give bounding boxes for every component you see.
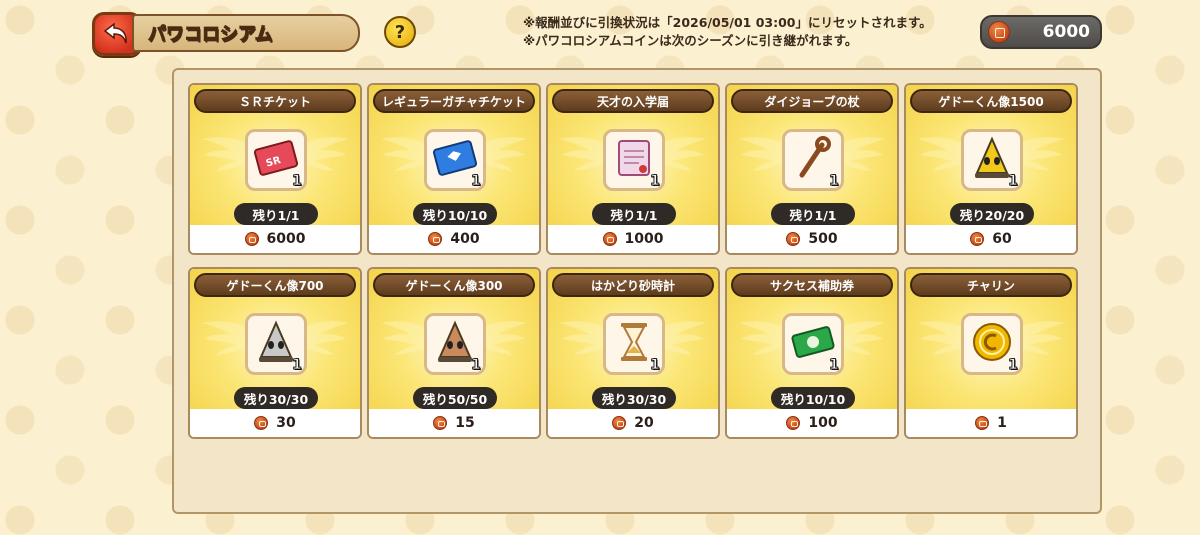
shop-item-card[interactable]: ＳＲチケット SR 1 残り1/1 6000: [188, 83, 362, 255]
page-title-banner: パワコロシアム: [132, 14, 360, 52]
colosseum-coin-icon: [988, 21, 1010, 43]
shop-item-card[interactable]: 天才の入学届 1 残り1/1 1000: [546, 83, 720, 255]
item-price-value: 60: [992, 231, 1012, 247]
item-name-plate: ゲドーくん像300: [373, 273, 535, 297]
shop-item-card[interactable]: チャリン 1 1: [904, 267, 1078, 439]
item-quantity: 1: [829, 357, 840, 374]
item-price-value: 100: [808, 415, 838, 431]
item-name-plate: ゲドーくん像700: [194, 273, 356, 297]
back-arrow-icon: [103, 22, 127, 44]
item-price: 6000: [190, 225, 360, 253]
remaining-stock-badge: 残り30/30: [234, 387, 318, 409]
reset-notice: ※報酬並びに引換状況は「2026/05/01 03:00」にリセットされます。 …: [523, 14, 973, 50]
item-name-plate: ゲドーくん像1500: [910, 89, 1072, 113]
item-name-plate: ダイジョーブの杖: [731, 89, 893, 113]
item-quantity: 1: [650, 357, 661, 374]
item-name: ゲドーくん像1500: [938, 94, 1044, 109]
item-price: 1: [906, 409, 1076, 437]
item-quantity: 1: [292, 357, 303, 374]
item-name-plate: サクセス補助券: [731, 273, 893, 297]
colosseum-coin-icon: [254, 416, 269, 430]
item-quantity: 1: [292, 173, 303, 190]
item-price-value: 6000: [266, 231, 306, 247]
remaining-stock: 残り1/1: [252, 207, 300, 223]
item-price: 100: [727, 409, 897, 437]
shop-item-card[interactable]: ゲドーくん像1500 1 残り20/20 60: [904, 83, 1078, 255]
remaining-stock-badge: 残り10/10: [413, 203, 497, 225]
remaining-stock: 残り10/10: [780, 391, 846, 407]
coin-balance: 6000: [980, 15, 1102, 49]
notice-line-1: ※報酬並びに引換状況は「2026/05/01 03:00」にリセットされます。: [523, 15, 932, 30]
item-name-plate: レギュラーガチャチケット: [373, 89, 535, 113]
item-price: 500: [727, 225, 897, 253]
item-name: チャリン: [967, 278, 1015, 293]
item-price: 60: [906, 225, 1076, 253]
remaining-stock-badge: 残り50/50: [413, 387, 497, 409]
remaining-stock-badge: 残り10/10: [771, 387, 855, 409]
item-price-value: 15: [455, 415, 475, 431]
remaining-stock: 残り50/50: [422, 391, 488, 407]
item-price-value: 20: [634, 415, 654, 431]
item-name-plate: ＳＲチケット: [194, 89, 356, 113]
item-price-value: 30: [276, 415, 296, 431]
shop-item-card[interactable]: ゲドーくん像300 1 残り50/50 15: [367, 267, 541, 439]
item-price: 400: [369, 225, 539, 253]
colosseum-coin-icon: [428, 232, 443, 246]
remaining-stock: 残り1/1: [610, 207, 658, 223]
notice-line-2: ※パワコロシアムコインは次のシーズンに引き継がれます。: [523, 33, 858, 48]
help-button[interactable]: ?: [384, 16, 416, 48]
item-price: 30: [190, 409, 360, 437]
remaining-stock-badge: 残り1/1: [771, 203, 855, 225]
colosseum-coin-icon: [975, 416, 990, 430]
remaining-stock-badge: 残り30/30: [592, 387, 676, 409]
coin-balance-amount: 6000: [1042, 22, 1090, 42]
colosseum-coin-icon: [433, 416, 448, 430]
item-name: ＳＲチケット: [238, 94, 311, 109]
colosseum-coin-icon: [602, 232, 617, 246]
item-quantity: 1: [471, 357, 482, 374]
help-icon: ?: [394, 21, 406, 43]
shop-item-card[interactable]: レギュラーガチャチケット 1 残り10/10 400: [367, 83, 541, 255]
shop-item-card[interactable]: はかどり砂時計 1 残り30/30 20: [546, 267, 720, 439]
item-quantity: 1: [1008, 173, 1019, 190]
remaining-stock: 残り30/30: [243, 391, 309, 407]
item-price-value: 1: [997, 415, 1007, 431]
item-quantity: 1: [471, 173, 482, 190]
item-name: 天才の入学届: [596, 94, 669, 109]
item-name-plate: はかどり砂時計: [552, 273, 714, 297]
item-name: レギュラーガチャチケット: [382, 94, 526, 109]
colosseum-coin-icon: [970, 232, 985, 246]
item-price-value: 400: [450, 231, 480, 247]
remaining-stock-badge: 残り1/1: [234, 203, 318, 225]
remaining-stock: 残り1/1: [789, 207, 837, 223]
item-price: 15: [369, 409, 539, 437]
item-name: ゲドーくん像300: [405, 278, 503, 293]
item-price-value: 1000: [624, 231, 664, 247]
item-name: はかどり砂時計: [590, 278, 675, 293]
page-title: パワコロシアム: [148, 24, 274, 46]
item-name: ゲドーくん像700: [226, 278, 324, 293]
item-name: サクセス補助券: [769, 278, 854, 293]
item-price: 20: [548, 409, 718, 437]
item-quantity: 1: [650, 173, 661, 190]
colosseum-coin-icon: [612, 416, 627, 430]
shop-item-card[interactable]: サクセス補助券 1 残り10/10 100: [725, 267, 899, 439]
remaining-stock-badge: 残り20/20: [950, 203, 1034, 225]
item-quantity: 1: [1008, 357, 1019, 374]
remaining-stock-badge: 残り1/1: [592, 203, 676, 225]
item-quantity: 1: [829, 173, 840, 190]
colosseum-coin-icon: [786, 232, 801, 246]
remaining-stock: 残り30/30: [601, 391, 667, 407]
shop-item-card[interactable]: ダイジョーブの杖 1 残り1/1 500: [725, 83, 899, 255]
item-price: 1000: [548, 225, 718, 253]
colosseum-coin-icon: [244, 232, 259, 246]
item-name: ダイジョーブの杖: [764, 94, 860, 109]
colosseum-coin-icon: [786, 416, 801, 430]
item-name-plate: 天才の入学届: [552, 89, 714, 113]
remaining-stock: 残り20/20: [959, 207, 1025, 223]
item-name-plate: チャリン: [910, 273, 1072, 297]
item-price-value: 500: [808, 231, 838, 247]
shop-item-card[interactable]: ゲドーくん像700 1 残り30/30 30: [188, 267, 362, 439]
remaining-stock: 残り10/10: [422, 207, 488, 223]
